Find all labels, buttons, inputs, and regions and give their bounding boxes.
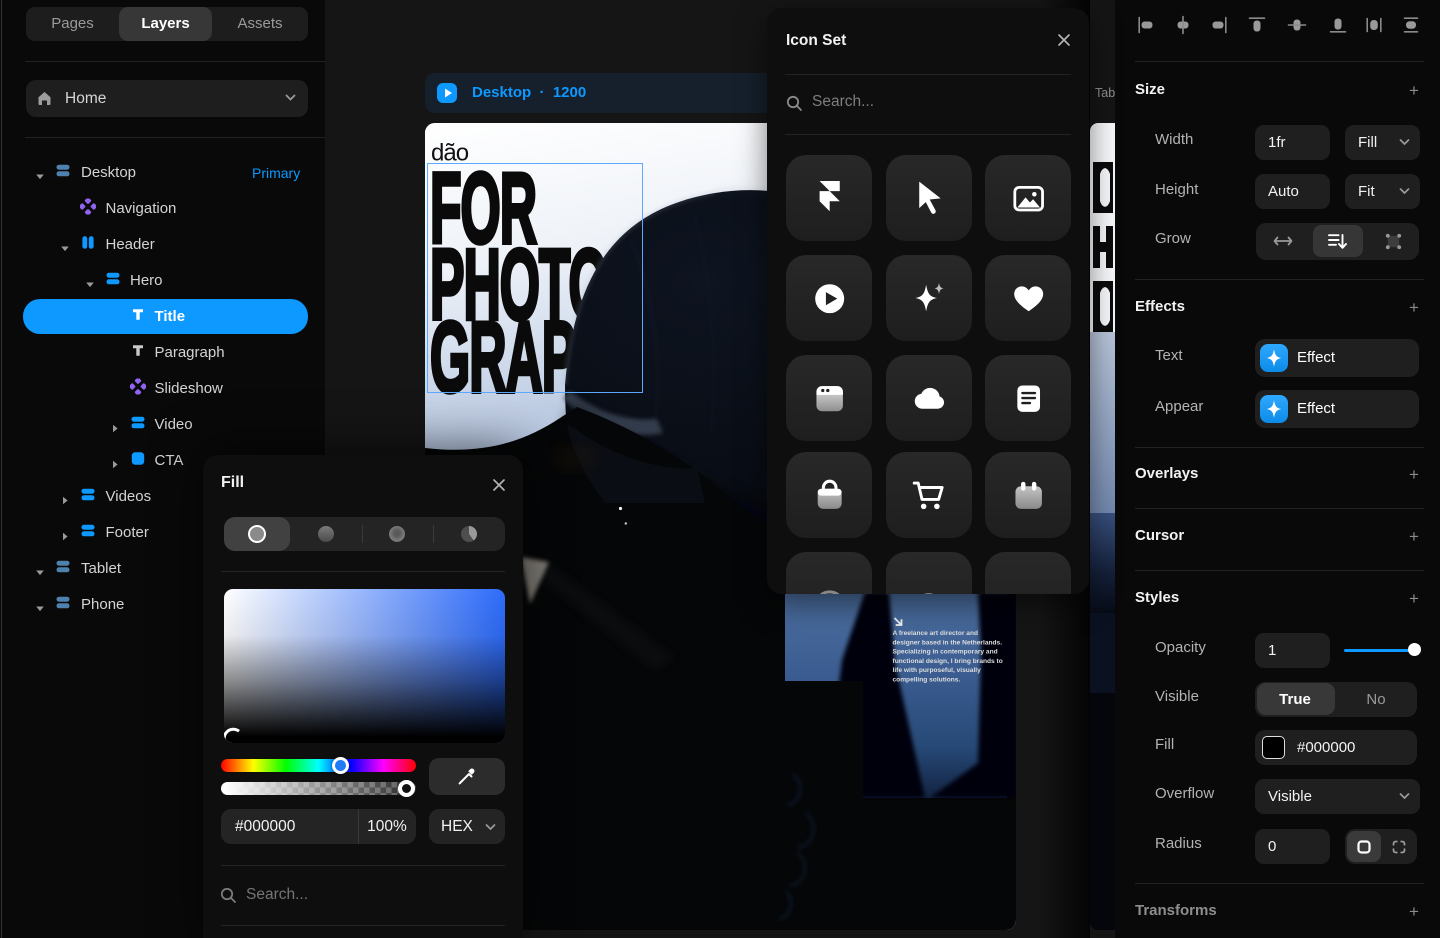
svg-text:functional design, I bring bra: functional design, I bring brands to [893, 658, 1003, 665]
svg-text:Specializing in contemporary a: Specializing in contemporary and [893, 649, 998, 656]
svg-text:compelling solutions.: compelling solutions. [893, 677, 961, 684]
svg-text:A freelance art director and: A freelance art director and [893, 630, 979, 637]
svg-text:life with purposeful, visually: life with purposeful, visually [893, 667, 982, 674]
svg-text:designer based in the Netherla: designer based in the Netherlands. [893, 639, 1003, 646]
